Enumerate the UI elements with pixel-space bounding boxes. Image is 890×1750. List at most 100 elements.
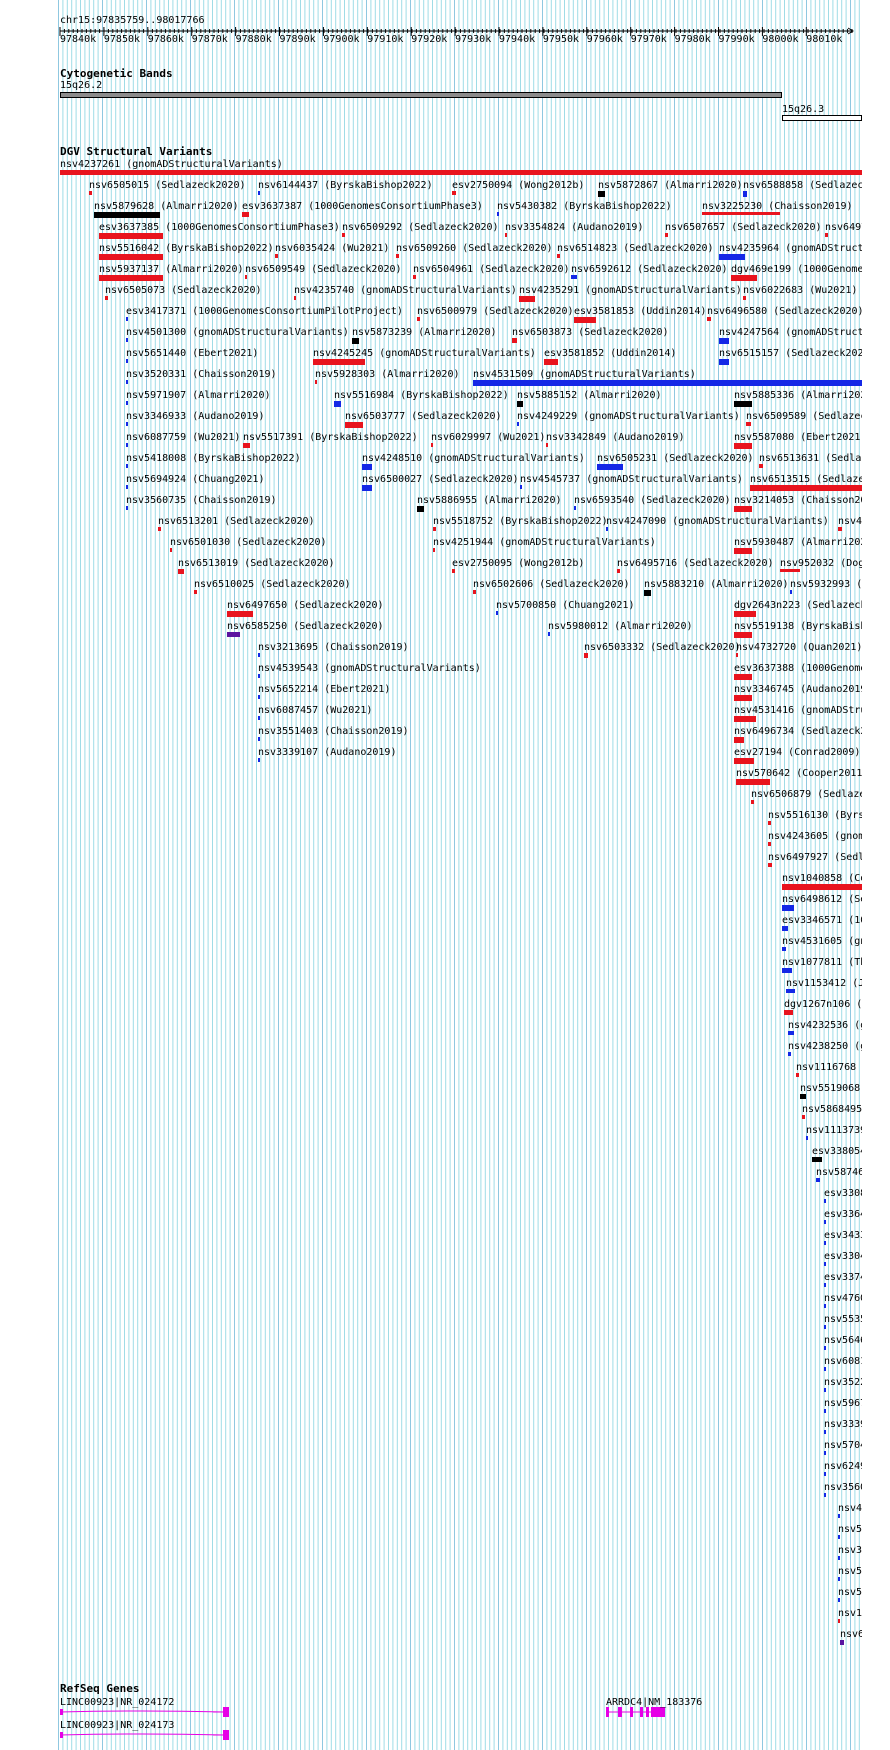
sv-feature[interactable] <box>719 254 745 260</box>
sv-feature[interactable] <box>824 1367 826 1371</box>
sv-feature[interactable] <box>473 380 862 386</box>
sv-feature[interactable] <box>734 401 752 407</box>
sv-feature[interactable] <box>126 359 128 363</box>
sv-feature[interactable] <box>782 968 792 973</box>
sv-feature[interactable] <box>431 443 433 447</box>
sv-feature[interactable] <box>838 527 842 531</box>
sv-feature[interactable] <box>840 1640 844 1645</box>
sv-feature[interactable] <box>734 695 752 701</box>
sv-feature[interactable] <box>574 506 576 510</box>
sv-feature[interactable] <box>734 548 752 554</box>
sv-feature[interactable] <box>126 464 128 468</box>
sv-feature[interactable] <box>782 884 862 890</box>
sv-feature[interactable] <box>719 338 729 344</box>
sv-feature[interactable] <box>734 674 752 680</box>
sv-feature[interactable] <box>824 1241 826 1245</box>
sv-feature[interactable] <box>452 569 455 573</box>
sv-feature[interactable] <box>806 1136 808 1140</box>
sv-feature[interactable] <box>99 233 163 239</box>
sv-feature[interactable] <box>258 758 260 762</box>
sv-feature[interactable] <box>89 191 92 195</box>
sv-feature[interactable] <box>824 1451 826 1455</box>
sv-feature[interactable] <box>782 947 786 951</box>
sv-feature[interactable] <box>707 317 711 321</box>
sv-feature[interactable] <box>512 338 517 343</box>
sv-feature[interactable] <box>126 506 128 510</box>
sv-feature[interactable] <box>746 422 751 426</box>
sv-feature[interactable] <box>546 443 548 447</box>
sv-feature[interactable] <box>170 548 172 552</box>
sv-feature[interactable] <box>743 191 747 197</box>
sv-feature[interactable] <box>734 443 752 449</box>
refseq-gene[interactable] <box>59 1707 229 1717</box>
sv-feature[interactable] <box>719 359 729 365</box>
sv-feature[interactable] <box>784 1010 793 1015</box>
sv-feature[interactable] <box>275 254 278 258</box>
sv-feature[interactable] <box>519 296 535 302</box>
sv-feature[interactable] <box>751 800 754 804</box>
sv-feature[interactable] <box>294 296 296 300</box>
sv-feature[interactable] <box>665 233 668 237</box>
sv-feature[interactable] <box>258 653 260 657</box>
sv-feature[interactable] <box>824 1325 826 1329</box>
sv-feature[interactable] <box>824 1304 826 1308</box>
sv-feature[interactable] <box>780 569 800 572</box>
sv-feature[interactable] <box>396 254 399 258</box>
sv-feature[interactable] <box>734 611 756 617</box>
cytoband-band[interactable] <box>782 115 862 121</box>
sv-feature[interactable] <box>800 1094 806 1099</box>
sv-feature[interactable] <box>597 464 623 470</box>
sv-feature[interactable] <box>782 926 788 931</box>
sv-feature[interactable] <box>571 275 577 279</box>
sv-feature[interactable] <box>824 1430 826 1434</box>
sv-feature[interactable] <box>838 1619 840 1623</box>
refseq-gene[interactable] <box>59 1730 229 1740</box>
sv-feature[interactable] <box>243 443 250 448</box>
sv-feature[interactable] <box>824 1388 826 1392</box>
sv-feature[interactable] <box>788 1052 791 1056</box>
sv-feature[interactable] <box>94 212 160 218</box>
sv-feature[interactable] <box>194 590 197 594</box>
sv-feature[interactable] <box>126 485 128 489</box>
sv-feature[interactable] <box>796 1073 799 1077</box>
sv-feature[interactable] <box>497 212 499 216</box>
sv-feature[interactable] <box>258 737 260 741</box>
sv-feature[interactable] <box>838 1556 840 1560</box>
sv-feature[interactable] <box>548 632 550 636</box>
sv-feature[interactable] <box>105 296 108 300</box>
sv-feature[interactable] <box>245 275 247 279</box>
sv-feature[interactable] <box>790 590 792 594</box>
sv-feature[interactable] <box>520 485 522 489</box>
sv-feature[interactable] <box>584 653 588 658</box>
sv-feature[interactable] <box>734 758 754 764</box>
sv-feature[interactable] <box>178 569 184 574</box>
sv-feature[interactable] <box>802 1115 805 1119</box>
sv-feature[interactable] <box>734 716 756 722</box>
sv-feature[interactable] <box>473 590 476 594</box>
sv-feature[interactable] <box>126 380 128 384</box>
sv-feature[interactable] <box>544 359 558 365</box>
sv-feature[interactable] <box>824 1283 826 1287</box>
sv-feature[interactable] <box>505 233 507 237</box>
sv-feature[interactable] <box>750 485 862 491</box>
sv-feature[interactable] <box>736 779 770 785</box>
sv-feature[interactable] <box>574 317 596 323</box>
sv-feature[interactable] <box>736 653 738 657</box>
sv-feature[interactable] <box>258 695 260 699</box>
sv-feature[interactable] <box>99 254 163 260</box>
sv-feature[interactable] <box>731 275 757 281</box>
sv-feature[interactable] <box>838 1577 840 1581</box>
sv-feature[interactable] <box>824 1472 826 1476</box>
sv-feature[interactable] <box>315 380 317 384</box>
sv-feature[interactable] <box>816 1178 820 1182</box>
sv-feature[interactable] <box>768 863 772 867</box>
sv-feature[interactable] <box>824 1199 826 1203</box>
sv-feature[interactable] <box>417 317 420 321</box>
sv-feature[interactable] <box>433 548 435 552</box>
sv-feature[interactable] <box>782 905 794 911</box>
sv-feature[interactable] <box>824 1262 826 1266</box>
refseq-gene[interactable] <box>606 1707 665 1717</box>
sv-feature[interactable] <box>557 254 560 258</box>
sv-feature[interactable] <box>734 632 752 638</box>
sv-feature[interactable] <box>496 611 498 615</box>
